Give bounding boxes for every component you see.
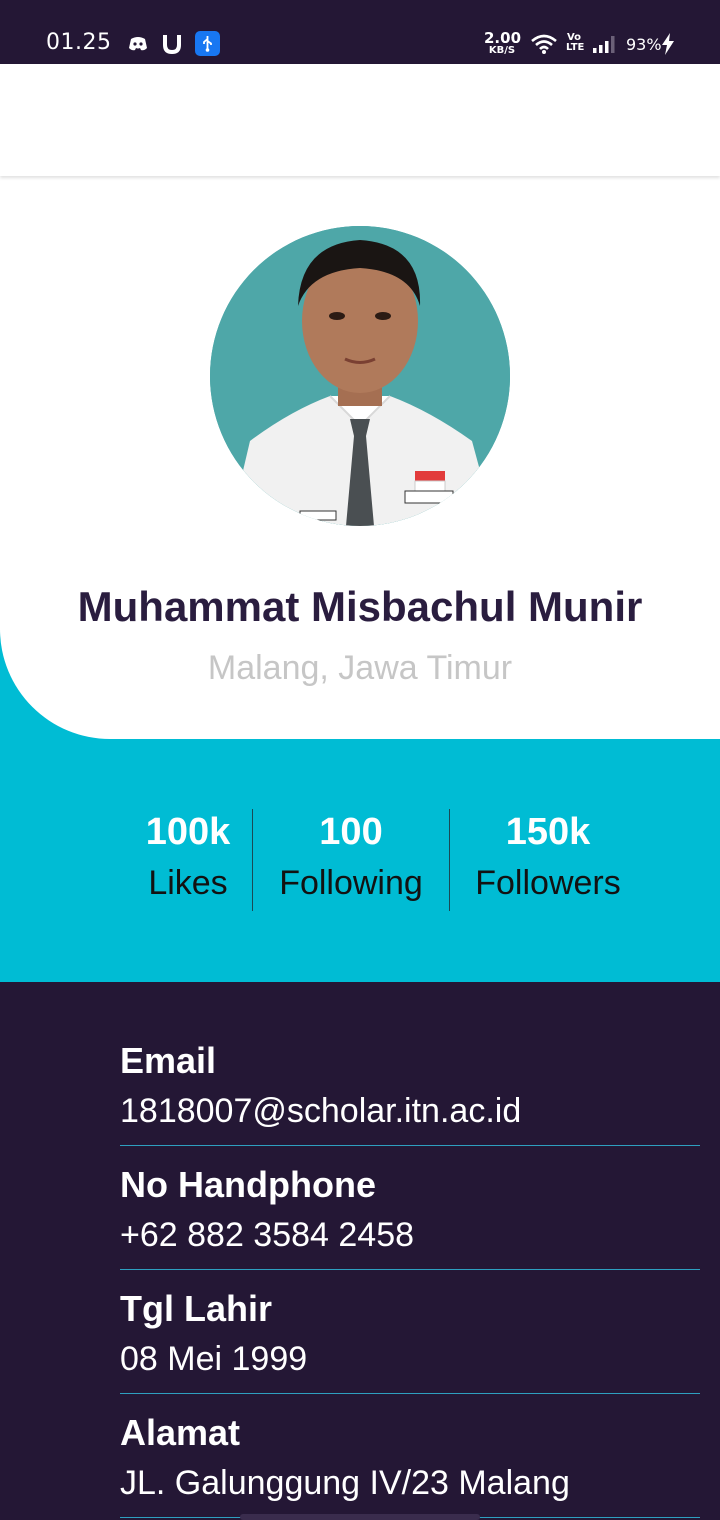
- info-label: Tgl Lahir: [120, 1288, 272, 1329]
- stat-value: 100: [319, 811, 383, 853]
- status-bar: 01.25 2.00 KB/S Vo LTE 93%: [0, 0, 720, 64]
- info-value: +62 882 3584 2458: [120, 1216, 415, 1254]
- stat-divider: [449, 809, 450, 911]
- status-time: 01.25: [46, 30, 112, 55]
- stat-likes[interactable]: 100k Likes: [136, 809, 240, 903]
- network-speed: 2.00 KB/S: [484, 29, 522, 57]
- stat-value: 150k: [505, 811, 591, 853]
- stat-label: Followers: [475, 864, 621, 902]
- usb-debug-icon: [195, 31, 220, 56]
- info-value: 08 Mei 1999: [120, 1340, 308, 1378]
- speed-unit: KB/S: [488, 45, 516, 56]
- info-birthdate: Tgl Lahir 08 Mei 1999: [120, 1270, 700, 1394]
- volte-indicator: Vo LTE: [566, 33, 585, 53]
- info-email: Email 1818007@scholar.itn.ac.id: [120, 1022, 700, 1146]
- charging-icon: [660, 32, 684, 56]
- home-indicator: [240, 1514, 480, 1520]
- stats-section: 100k Likes 100 Following 150k Followers: [0, 739, 720, 982]
- info-label: Email: [120, 1040, 217, 1081]
- profile-location: Malang, Jawa Timur: [207, 649, 513, 687]
- avatar: [210, 226, 510, 526]
- volte-bottom: LTE: [566, 42, 585, 53]
- app-bar: [0, 64, 720, 176]
- battery-percent: 93%: [626, 35, 662, 54]
- stat-value: 100k: [145, 811, 231, 853]
- signal-icon: [592, 34, 616, 58]
- speed-value: 2.00: [484, 29, 522, 47]
- profile-name: Muhammat Misbachul Munir: [77, 583, 643, 630]
- stat-label: Following: [279, 864, 423, 902]
- u-app-icon: [160, 32, 184, 56]
- profile-header: Muhammat Misbachul Munir Malang, Jawa Ti…: [0, 176, 720, 739]
- info-value: JL. Galunggung IV/23 Malang: [120, 1464, 570, 1502]
- info-phone: No Handphone +62 882 3584 2458: [120, 1146, 700, 1270]
- stat-following[interactable]: 100 Following: [262, 809, 440, 903]
- discord-icon: [126, 32, 150, 56]
- stat-divider: [252, 809, 253, 911]
- info-label: Alamat: [120, 1412, 241, 1453]
- info-value: 1818007@scholar.itn.ac.id: [120, 1092, 522, 1130]
- avatar-photo: [210, 226, 510, 526]
- info-label: No Handphone: [120, 1164, 376, 1205]
- stat-followers[interactable]: 150k Followers: [458, 809, 638, 903]
- wifi-icon: [530, 33, 557, 57]
- info-address: Alamat JL. Galunggung IV/23 Malang: [120, 1394, 700, 1518]
- stat-label: Likes: [148, 864, 228, 902]
